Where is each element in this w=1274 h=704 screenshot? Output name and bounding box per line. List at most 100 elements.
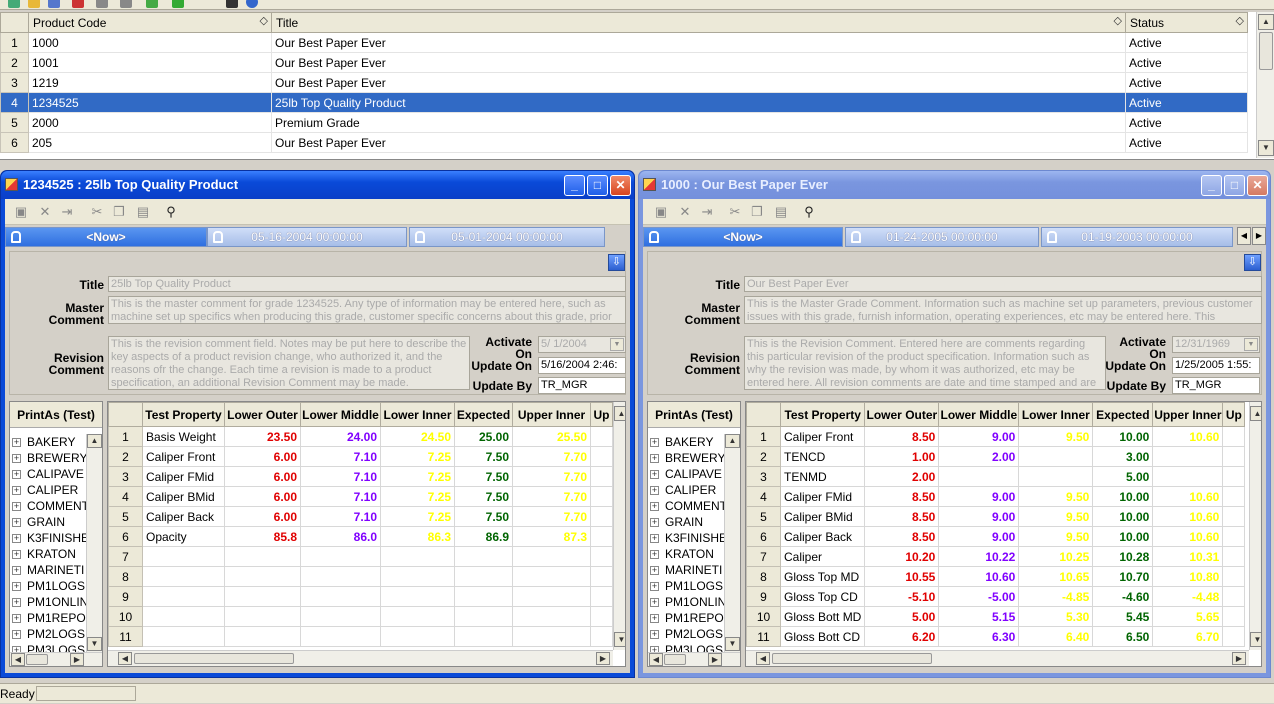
upper-inner-cell[interactable]: 7.70 [512,506,591,527]
maximize-button[interactable]: □ [1224,175,1245,196]
lower-inner-cell[interactable]: 10.25 [1018,546,1094,567]
scroll-right-icon[interactable]: ▶ [1232,652,1246,665]
grid-hscroll[interactable]: ◀ ▶ [746,650,1249,666]
tree-item-pm1repo[interactable]: + PM1REPO [12,610,86,626]
test-property-cell[interactable]: Gloss Top MD [779,566,866,587]
upper-outer-cell[interactable] [590,426,613,447]
tab-revision-2[interactable]: 05-01-2004 00:00:00 [409,227,605,247]
row-number[interactable]: 3 [108,466,143,487]
test-property-cell[interactable] [142,586,225,607]
dropdown-arrow-icon[interactable]: ▼ [610,338,624,351]
tree-item-bakery[interactable]: + BAKERY [650,434,724,450]
spec-row[interactable]: 6 Opacity 85.8 86.0 86.3 86.9 87.3 [108,526,613,547]
binoculars-icon[interactable]: ⚲ [801,204,817,220]
row-number[interactable]: 9 [746,586,781,607]
tree-item-comment[interactable]: + COMMENT [650,498,724,514]
tree-item-pm1onlin[interactable]: + PM1ONLIN [650,594,724,610]
expected-cell[interactable]: 10.00 [1092,426,1154,447]
lower-middle-cell[interactable]: 9.00 [938,426,1020,447]
title-field[interactable]: 25lb Top Quality Product [108,276,626,292]
open-icon[interactable] [28,0,40,8]
table-row[interactable]: 2 1001 Our Best Paper Ever Active [0,52,1248,73]
lower-inner-cell[interactable]: 7.25 [380,446,455,467]
lower-middle-cell[interactable]: 5.15 [938,606,1020,627]
row-number[interactable]: 6 [746,526,781,547]
test-property-cell[interactable] [142,606,225,627]
expected-cell[interactable]: 5.00 [1092,466,1154,487]
expected-cell[interactable] [454,586,513,607]
tree-item-brewery[interactable]: + BREWERY [12,450,86,466]
col-lower-middle[interactable]: Lower Middle [300,402,381,427]
activate-on-field[interactable]: 12/31/1969 ▼ [1172,336,1260,353]
upper-outer-cell[interactable] [590,626,613,647]
scroll-thumb[interactable] [772,653,932,664]
lower-inner-cell[interactable]: 6.40 [1018,626,1094,647]
lower-middle-cell[interactable] [300,606,381,627]
row-number[interactable]: 3 [746,466,781,487]
copy-icon[interactable]: ❐ [111,204,127,220]
new-icon[interactable] [8,0,20,8]
update-by-field[interactable]: TR_MGR [538,377,626,394]
move-icon[interactable]: ⇥ [699,204,715,220]
scroll-down-icon[interactable]: ▼ [1250,632,1261,647]
expand-icon[interactable]: + [12,550,21,560]
paste-icon[interactable]: ▤ [773,204,789,220]
upper-inner-cell[interactable] [512,546,591,567]
expand-icon[interactable]: + [12,582,21,592]
revision-comment-field[interactable]: This is the Revision Comment. Entered he… [744,336,1106,390]
sort-icon[interactable]: ◇ [1236,14,1244,27]
row-number[interactable]: 1 [108,426,143,447]
table-row[interactable]: 6 205 Our Best Paper Ever Active [0,132,1248,153]
expected-cell[interactable]: 86.9 [454,526,513,547]
tree-item-calipave[interactable]: + CALIPAVE [12,466,86,482]
lower-outer-cell[interactable]: 6.00 [224,466,301,487]
spec-row[interactable]: 10 [108,606,613,627]
upper-outer-cell[interactable] [1222,446,1246,467]
expected-cell[interactable]: -4.60 [1092,586,1154,607]
test-property-cell[interactable]: TENMD [779,466,866,487]
expand-icon[interactable]: + [650,566,659,576]
expand-icon[interactable]: + [12,502,21,512]
upper-inner-cell[interactable] [512,586,591,607]
row-number[interactable]: 7 [108,546,143,567]
tree-item-grain[interactable]: + GRAIN [12,514,86,530]
lower-outer-cell[interactable] [224,586,301,607]
tab-revision-1[interactable]: 05-16-2004 00:00:00 [207,227,407,247]
spec-row[interactable]: 5 Caliper Back 6.00 7.10 7.25 7.50 7.70 [108,506,613,527]
scroll-thumb[interactable] [664,654,686,665]
status-cell[interactable]: Active [1125,92,1248,113]
lower-middle-cell[interactable]: 9.00 [938,486,1020,507]
expected-cell[interactable]: 10.28 [1092,546,1154,567]
scroll-down-icon[interactable]: ▼ [614,632,625,647]
col-lower-outer[interactable]: Lower Outer [864,402,940,427]
test-property-cell[interactable] [142,566,225,587]
lower-inner-cell[interactable] [380,546,455,567]
expand-icon[interactable]: + [12,470,21,480]
tree-item-marineti[interactable]: + MARINETI [12,562,86,578]
upper-outer-cell[interactable] [1222,426,1246,447]
spec-row[interactable]: 6 Caliper Back 8.50 9.00 9.50 10.00 10.60 [746,526,1246,547]
lower-inner-cell[interactable]: 7.25 [380,466,455,487]
row-number[interactable]: 6 [0,132,29,153]
lower-inner-cell[interactable]: -4.85 [1018,586,1094,607]
master-comment-field[interactable]: This is the Master Grade Comment. Inform… [744,296,1262,324]
upper-outer-cell[interactable] [1222,606,1246,627]
scroll-up-icon[interactable]: ▲ [725,434,740,448]
status-cell[interactable]: Active [1125,72,1248,93]
expand-icon[interactable]: + [12,534,21,544]
update-on-field[interactable]: 1/25/2005 1:55: [1172,357,1260,374]
expand-icon[interactable]: + [650,470,659,480]
tree-vscroll[interactable]: ▲ ▼ [724,434,740,652]
upper-outer-cell[interactable] [590,526,613,547]
row-number[interactable]: 10 [108,606,143,627]
maximize-button[interactable]: □ [587,175,608,196]
row-number[interactable]: 10 [746,606,781,627]
tree-item-pm1onlin[interactable]: + PM1ONLIN [12,594,86,610]
upper-outer-cell[interactable] [590,466,613,487]
lower-outer-cell[interactable] [224,546,301,567]
lower-middle-cell[interactable]: 7.10 [300,506,381,527]
expand-icon[interactable]: + [12,438,21,448]
spec-row[interactable]: 4 Caliper FMid 8.50 9.00 9.50 10.00 10.60 [746,486,1246,507]
lower-outer-cell[interactable]: 2.00 [864,466,940,487]
delete-icon[interactable]: ✕ [37,204,53,220]
